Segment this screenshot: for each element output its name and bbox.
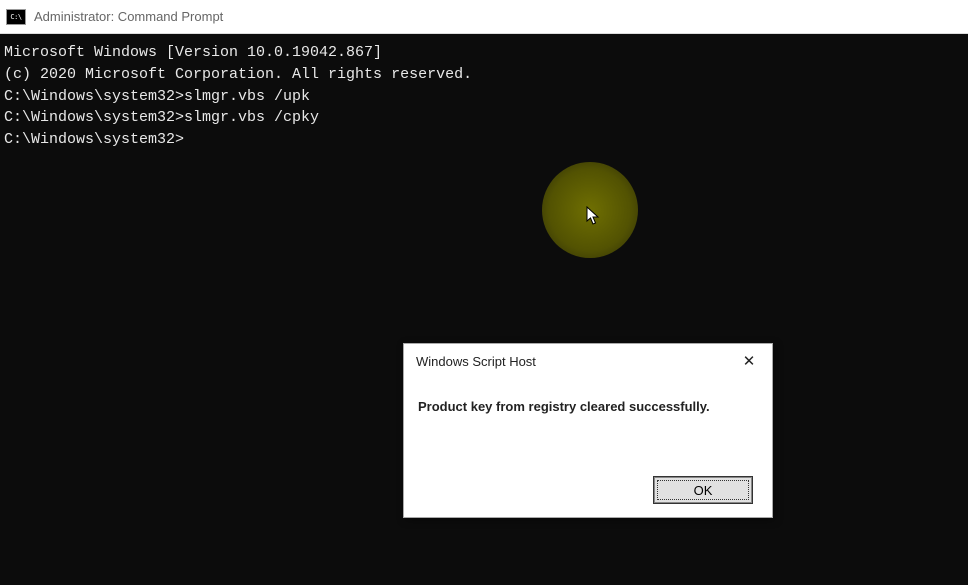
cmd-icon bbox=[6, 9, 26, 25]
terminal-area[interactable]: Microsoft Windows [Version 10.0.19042.86… bbox=[0, 34, 968, 585]
cursor-highlight-circle bbox=[542, 162, 638, 258]
terminal-output-line: (c) 2020 Microsoft Corporation. All righ… bbox=[4, 64, 964, 86]
mouse-cursor-icon bbox=[586, 206, 602, 234]
close-icon: ✕ bbox=[743, 351, 756, 373]
terminal-output-line: C:\Windows\system32>slmgr.vbs /cpky bbox=[4, 107, 964, 129]
dialog-titlebar[interactable]: Windows Script Host ✕ bbox=[404, 344, 772, 380]
terminal-output-line: C:\Windows\system32>slmgr.vbs /upk bbox=[4, 86, 964, 108]
terminal-prompt-line: C:\Windows\system32> bbox=[4, 129, 964, 151]
dialog-body: Product key from registry cleared succes… bbox=[404, 380, 772, 417]
dialog-message: Product key from registry cleared succes… bbox=[418, 398, 758, 417]
close-button[interactable]: ✕ bbox=[726, 346, 772, 378]
dialog-button-row: OK bbox=[654, 477, 752, 503]
window-title: Administrator: Command Prompt bbox=[34, 9, 223, 24]
script-host-dialog: Windows Script Host ✕ Product key from r… bbox=[403, 343, 773, 518]
window-titlebar: Administrator: Command Prompt bbox=[0, 0, 968, 34]
ok-button[interactable]: OK bbox=[654, 477, 752, 503]
dialog-title: Windows Script Host bbox=[416, 353, 536, 372]
terminal-output-line: Microsoft Windows [Version 10.0.19042.86… bbox=[4, 42, 964, 64]
